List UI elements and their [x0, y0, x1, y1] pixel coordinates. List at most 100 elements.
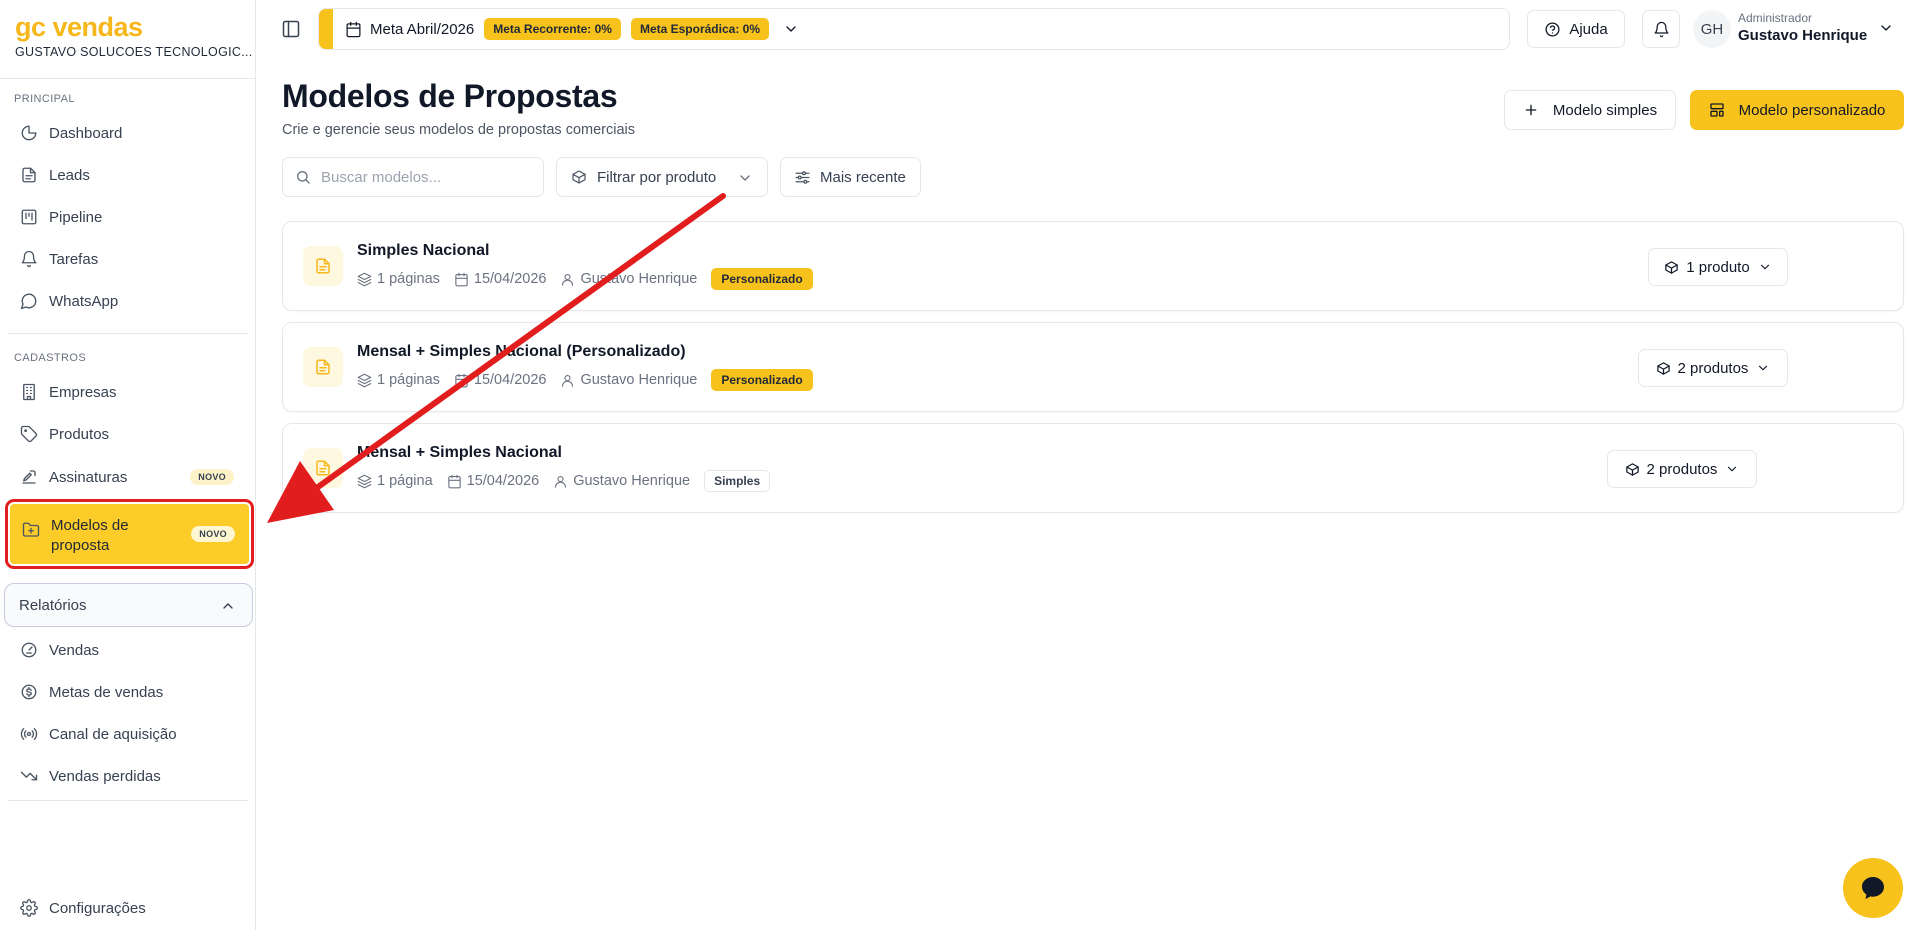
model-card[interactable]: Mensal + Simples Nacional 1 página 15/04…	[282, 423, 1904, 513]
layers-icon	[357, 373, 377, 388]
button-label: Modelo simples	[1552, 101, 1658, 119]
sidebar-item-produtos[interactable]: Produtos	[8, 415, 248, 453]
layers-icon	[357, 272, 377, 287]
help-circle-icon	[1544, 21, 1561, 38]
pie-chart-icon	[20, 124, 38, 142]
gauge-icon	[20, 641, 38, 659]
model-type-badge: Personalizado	[711, 268, 813, 290]
sidebar-item-vendas[interactable]: Vendas	[8, 631, 248, 669]
model-author: Gustavo Henrique	[580, 372, 698, 388]
search-icon	[295, 169, 311, 185]
author-info: Gustavo Henrique	[553, 473, 690, 489]
chat-support-button[interactable]	[1843, 858, 1903, 918]
sidebar-item-configuracoes[interactable]: Configurações	[8, 891, 248, 925]
sidebar-item-empresas[interactable]: Empresas	[8, 373, 248, 411]
radio-icon	[20, 725, 38, 743]
date-info: 15/04/2026	[454, 372, 547, 388]
page-title: Modelos de Propostas	[282, 78, 618, 114]
package-icon	[1625, 462, 1640, 477]
chevron-down-icon	[1725, 462, 1739, 476]
model-card[interactable]: Simples Nacional 1 páginas 15/04/2026 Gu…	[282, 221, 1904, 311]
chevron-up-icon	[220, 598, 236, 614]
sales-goal-bar[interactable]: Meta Abril/2026 Meta Recorrente: 0% Meta…	[318, 8, 1510, 50]
new-custom-model-button[interactable]: Modelo personalizado	[1690, 90, 1904, 130]
model-type-badge: Personalizado	[711, 369, 813, 391]
help-button[interactable]: Ajuda	[1527, 10, 1625, 48]
search-input[interactable]	[321, 168, 521, 186]
kanban-icon	[20, 208, 38, 226]
sidebar-item-whatsapp[interactable]: WhatsApp	[8, 282, 248, 320]
sidebar-item-metas-de-vendas[interactable]: Metas de vendas	[8, 673, 248, 711]
sidebar-item-tarefas[interactable]: Tarefas	[8, 240, 248, 278]
user-icon	[560, 272, 580, 287]
search-box[interactable]	[282, 157, 544, 197]
notifications-button[interactable]	[1642, 10, 1680, 48]
sidebar-item-assinaturas[interactable]: Assinaturas NOVO	[8, 458, 248, 496]
goal-title: Meta Abril/2026	[370, 20, 475, 38]
sidebar-item-label: Dashboard	[49, 124, 123, 142]
model-author: Gustavo Henrique	[573, 473, 691, 489]
sort-button[interactable]: Mais recente	[780, 157, 921, 197]
user-menu-chevron-icon[interactable]	[1878, 20, 1894, 36]
model-date: 15/04/2026	[473, 271, 547, 287]
sidebar-item-leads[interactable]: Leads	[8, 156, 248, 194]
page-subtitle: Crie e gerencie seus modelos de proposta…	[282, 122, 636, 138]
date-info: 15/04/2026	[454, 271, 547, 287]
chevron-down-icon[interactable]	[783, 21, 799, 37]
model-meta: 1 páginas 15/04/2026 Gustavo Henrique Pe…	[357, 268, 813, 290]
model-title: Simples Nacional	[357, 242, 490, 259]
goal-recurring-badge: Meta Recorrente: 0%	[484, 18, 621, 40]
pages-info: 1 páginas	[357, 372, 440, 388]
folder-plus-icon	[22, 521, 40, 539]
sidebar-item-dashboard[interactable]: Dashboard	[8, 114, 248, 152]
new-simple-model-button[interactable]: Modelo simples	[1504, 90, 1676, 130]
pages-count: 1 página	[377, 473, 433, 489]
product-filter-select[interactable]: Filtrar por produto	[556, 157, 768, 197]
model-date: 15/04/2026	[473, 372, 547, 388]
products-dropdown-button[interactable]: 1 produto	[1648, 248, 1788, 286]
sidebar-divider	[0, 78, 256, 79]
chat-bubble-icon	[1857, 872, 1889, 904]
sidebar-toggle-button[interactable]	[281, 19, 301, 39]
sidebar: gc vendas GUSTAVO SOLUCOES TECNOLOGIC...…	[0, 0, 256, 930]
message-circle-icon	[20, 292, 38, 310]
sidebar-item-modelos-de-proposta[interactable]: Modelos de proposta NOVO	[5, 499, 254, 569]
relatorios-collapse[interactable]: Relatórios	[4, 583, 253, 627]
sidebar-item-label: Pipeline	[49, 208, 103, 226]
button-label: Modelo personalizado	[1738, 101, 1886, 119]
sidebar-item-label: Modelos de proposta	[51, 517, 129, 554]
products-dropdown-button[interactable]: 2 produtos	[1607, 450, 1757, 488]
user-role: Administrador	[1738, 11, 1813, 25]
brand-logo: gc vendas	[15, 12, 143, 42]
sidebar-item-vendas-perdidas[interactable]: Vendas perdidas	[8, 757, 248, 795]
chevron-down-icon	[737, 170, 753, 186]
model-title: Mensal + Simples Nacional	[357, 444, 562, 461]
goal-stripe	[319, 9, 333, 49]
sliders-icon	[794, 169, 811, 186]
products-dropdown-button[interactable]: 2 produtos	[1638, 349, 1788, 387]
avatar[interactable]: GH	[1693, 10, 1731, 48]
calendar-icon	[447, 474, 467, 489]
sidebar-item-label: Canal de aquisição	[49, 725, 177, 743]
model-meta: 1 página 15/04/2026 Gustavo Henrique Sim…	[357, 470, 771, 492]
sidebar-item-pipeline[interactable]: Pipeline	[8, 198, 248, 236]
tag-icon	[20, 425, 38, 443]
model-card[interactable]: Mensal + Simples Nacional (Personalizado…	[282, 322, 1904, 412]
trending-down-icon	[20, 767, 38, 785]
sidebar-item-label: WhatsApp	[49, 292, 119, 310]
sort-label: Mais recente	[820, 168, 906, 186]
calendar-icon	[345, 21, 362, 38]
model-author: Gustavo Henrique	[580, 271, 698, 287]
chevron-down-icon	[1758, 260, 1772, 274]
brand[interactable]: gc vendas GUSTAVO SOLUCOES TECNOLOGIC...	[15, 12, 253, 59]
section-label-principal: PRINCIPAL	[14, 93, 75, 105]
sidebar-item-canal-de-aquisicao[interactable]: Canal de aquisição	[8, 715, 248, 753]
sidebar-item-label: Metas de vendas	[49, 683, 164, 701]
building-icon	[20, 383, 38, 401]
sidebar-divider	[8, 800, 248, 801]
plus-icon	[1523, 102, 1539, 118]
bell-icon	[1653, 21, 1670, 38]
user-name[interactable]: Gustavo Henrique	[1738, 27, 1867, 44]
package-icon	[571, 169, 587, 185]
panel-left-icon	[281, 19, 301, 39]
